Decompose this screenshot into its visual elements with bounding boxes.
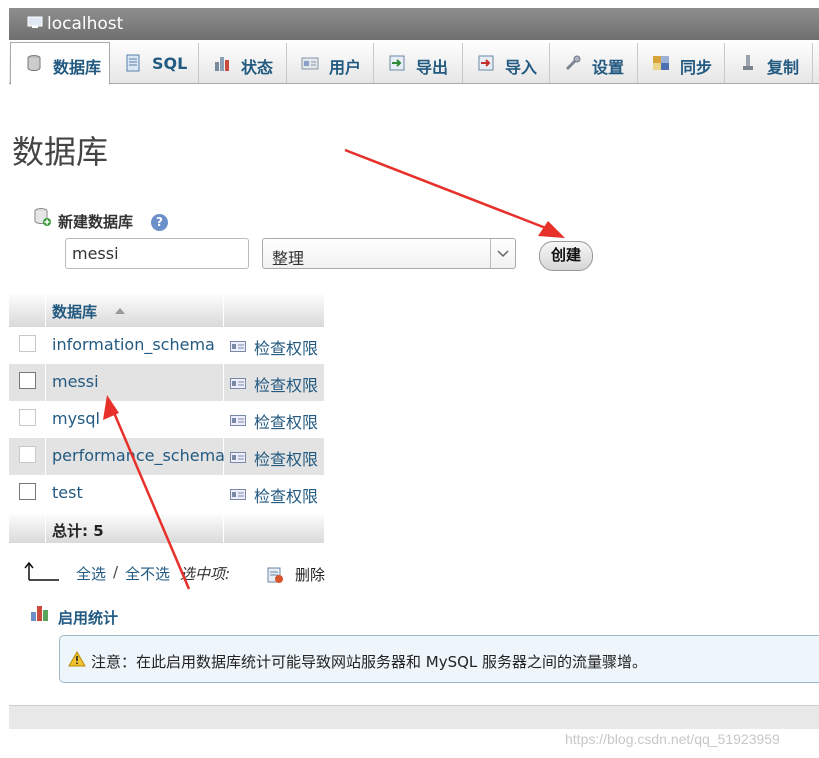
notice-text: 注意：在此启用数据库统计可能导致网站服务器和 MySQL 服务器之间的流量骤增。 xyxy=(91,653,648,671)
statistics-icon xyxy=(31,606,48,621)
database-link[interactable]: mysql xyxy=(52,409,100,428)
total-count: 总计: 5 xyxy=(52,522,104,540)
uncheck-all-link[interactable]: 全不选 xyxy=(125,563,170,584)
row-checkbox[interactable] xyxy=(19,409,36,426)
row-checkbox[interactable] xyxy=(19,335,36,352)
separator: / xyxy=(113,563,119,581)
sort-ascending-icon[interactable] xyxy=(115,308,125,314)
privileges-icon xyxy=(230,415,246,426)
help-icon[interactable]: ? xyxy=(151,214,168,231)
annotation-arrow-to-create xyxy=(344,148,557,234)
export-icon xyxy=(389,55,405,71)
settings-wrench-icon xyxy=(565,55,581,71)
server-link[interactable]: localhost xyxy=(47,14,123,34)
row-checkbox[interactable] xyxy=(19,483,36,500)
with-selected-label: 选中项: xyxy=(180,565,231,583)
table-row: messi 检查权限 xyxy=(9,364,324,401)
database-link[interactable]: performance_schema xyxy=(52,446,225,465)
page-title: 数据库 xyxy=(12,133,109,171)
tab-export[interactable]: 导出 xyxy=(374,43,463,83)
check-privileges-link[interactable]: 检查权限 xyxy=(254,409,318,433)
column-divider xyxy=(223,294,224,327)
users-icon xyxy=(301,57,319,70)
check-privileges-link[interactable]: 检查权限 xyxy=(254,483,318,507)
sync-icon xyxy=(653,56,669,70)
table-footer-row: 总计: 5 xyxy=(9,514,324,543)
table-row: test 检查权限 xyxy=(9,475,324,512)
database-name-input[interactable] xyxy=(65,238,249,269)
column-divider xyxy=(223,364,224,401)
replication-icon xyxy=(743,55,753,70)
annotation-arrowhead xyxy=(538,221,565,238)
tab-label: SQL xyxy=(152,54,188,73)
delete-button[interactable]: 删除 xyxy=(295,564,325,585)
tab-label: 设置 xyxy=(592,58,625,77)
status-icon xyxy=(215,57,229,71)
row-checkbox[interactable] xyxy=(19,372,36,389)
tab-label: 用户 xyxy=(329,58,362,77)
check-privileges-link[interactable]: 检查权限 xyxy=(254,372,318,396)
tab-replication[interactable]: 复制 xyxy=(725,43,813,83)
privileges-icon xyxy=(230,378,246,389)
privileges-icon xyxy=(230,452,246,463)
tab-label: 数据库 xyxy=(53,58,102,77)
chevron-down-icon xyxy=(490,239,515,268)
table-row: mysql 检查权限 xyxy=(9,401,324,438)
watermark-text: https://blog.csdn.net/qq_51923959 xyxy=(565,731,780,747)
tab-users[interactable]: 用户 xyxy=(287,43,374,83)
column-divider xyxy=(45,294,46,327)
check-privileges-link[interactable]: 检查权限 xyxy=(254,335,318,359)
tab-label: 导出 xyxy=(416,58,449,77)
enable-statistics-link[interactable]: 启用统计 xyxy=(58,607,118,628)
collation-select[interactable]: 整理 xyxy=(262,238,516,269)
collation-selected-value: 整理 xyxy=(272,249,305,268)
sql-icon xyxy=(126,54,140,72)
new-database-icon xyxy=(34,208,51,226)
column-divider xyxy=(223,514,224,543)
create-database-label: 新建数据库 xyxy=(58,213,134,231)
check-privileges-link[interactable]: 检查权限 xyxy=(254,446,318,470)
notice-box: 注意：在此启用数据库统计可能导致网站服务器和 MySQL 服务器之间的流量骤增。 xyxy=(59,635,819,683)
top-strip xyxy=(0,0,819,8)
tab-status[interactable]: 状态 xyxy=(199,43,287,83)
import-icon xyxy=(478,55,494,71)
select-arrow-icon xyxy=(24,561,59,581)
tab-label: 复制 xyxy=(767,58,800,77)
server-breadcrumb-bar: localhost xyxy=(9,8,819,40)
database-link[interactable]: test xyxy=(52,483,83,502)
table-row: information_schema 检查权限 xyxy=(9,327,324,364)
tab-settings[interactable]: 设置 xyxy=(550,43,638,83)
row-checkbox[interactable] xyxy=(19,446,36,463)
tab-label: 导入 xyxy=(505,58,538,77)
privileges-icon xyxy=(230,341,246,352)
footer-bar xyxy=(9,705,819,729)
tab-label: 状态 xyxy=(241,58,274,77)
column-divider xyxy=(45,438,46,475)
database-icon xyxy=(27,55,41,72)
server-icon xyxy=(27,16,43,28)
tab-databases[interactable]: 数据库 xyxy=(10,42,110,85)
tab-import[interactable]: 导入 xyxy=(463,43,550,83)
column-divider xyxy=(45,364,46,401)
check-all-link[interactable]: 全选 xyxy=(76,563,106,584)
tab-sql[interactable]: SQL xyxy=(110,43,199,83)
tab-label: 同步 xyxy=(680,58,713,77)
tab-sync[interactable]: 同步 xyxy=(638,43,725,83)
table-row: performance_schema 检查权限 xyxy=(9,438,324,475)
database-link[interactable]: messi xyxy=(52,372,99,391)
create-button[interactable]: 创建 xyxy=(539,241,593,271)
database-column-header[interactable]: 数据库 xyxy=(52,301,97,322)
drop-icon[interactable] xyxy=(266,566,284,584)
main-tab-bar: 数据库 SQL 状态 用户 导出 导入 设置 同步 复制 xyxy=(9,40,819,85)
database-link[interactable]: information_schema xyxy=(52,335,215,354)
column-divider xyxy=(45,514,46,543)
warning-icon xyxy=(68,651,86,667)
privileges-icon xyxy=(230,489,246,500)
table-header-row: 数据库 xyxy=(9,294,324,327)
